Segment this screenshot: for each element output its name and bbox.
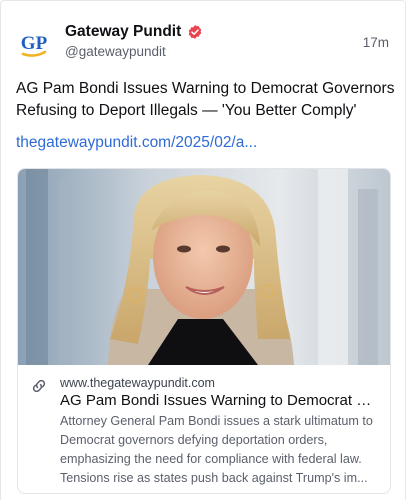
link-preview-card[interactable]: www.thegatewaypundit.com AG Pam Bondi Is… — [17, 168, 391, 494]
news-photo-illustration — [18, 169, 390, 365]
gp-logo-icon: GP — [21, 33, 48, 57]
author-handle[interactable]: @gatewaypundit — [65, 44, 203, 59]
author-block: Gateway Pundit @gatewaypundit — [65, 23, 203, 59]
verified-badge-icon — [189, 25, 202, 39]
card-description: Attorney General Pam Bondi issues a star… — [60, 414, 373, 485]
avatar-text: GP — [21, 33, 48, 54]
post-timestamp[interactable]: 17m — [363, 35, 389, 50]
card-domain: www.thegatewaypundit.com — [60, 376, 215, 390]
author-avatar[interactable]: GP — [15, 25, 53, 63]
post-text: AG Pam Bondi Issues Warning to Democrat … — [16, 80, 395, 119]
author-display-name[interactable]: Gateway Pundit — [65, 23, 181, 41]
card-title[interactable]: AG Pam Bondi Issues Warning to Democrat … — [60, 391, 382, 411]
link-icon — [32, 379, 46, 393]
post-card[interactable]: GP Gateway Pundit @gatewaypundit 17m AG … — [0, 0, 406, 500]
news-photo[interactable] — [18, 169, 390, 365]
post-link[interactable]: thegatewaypundit.com/2025/02/a... — [16, 134, 257, 152]
